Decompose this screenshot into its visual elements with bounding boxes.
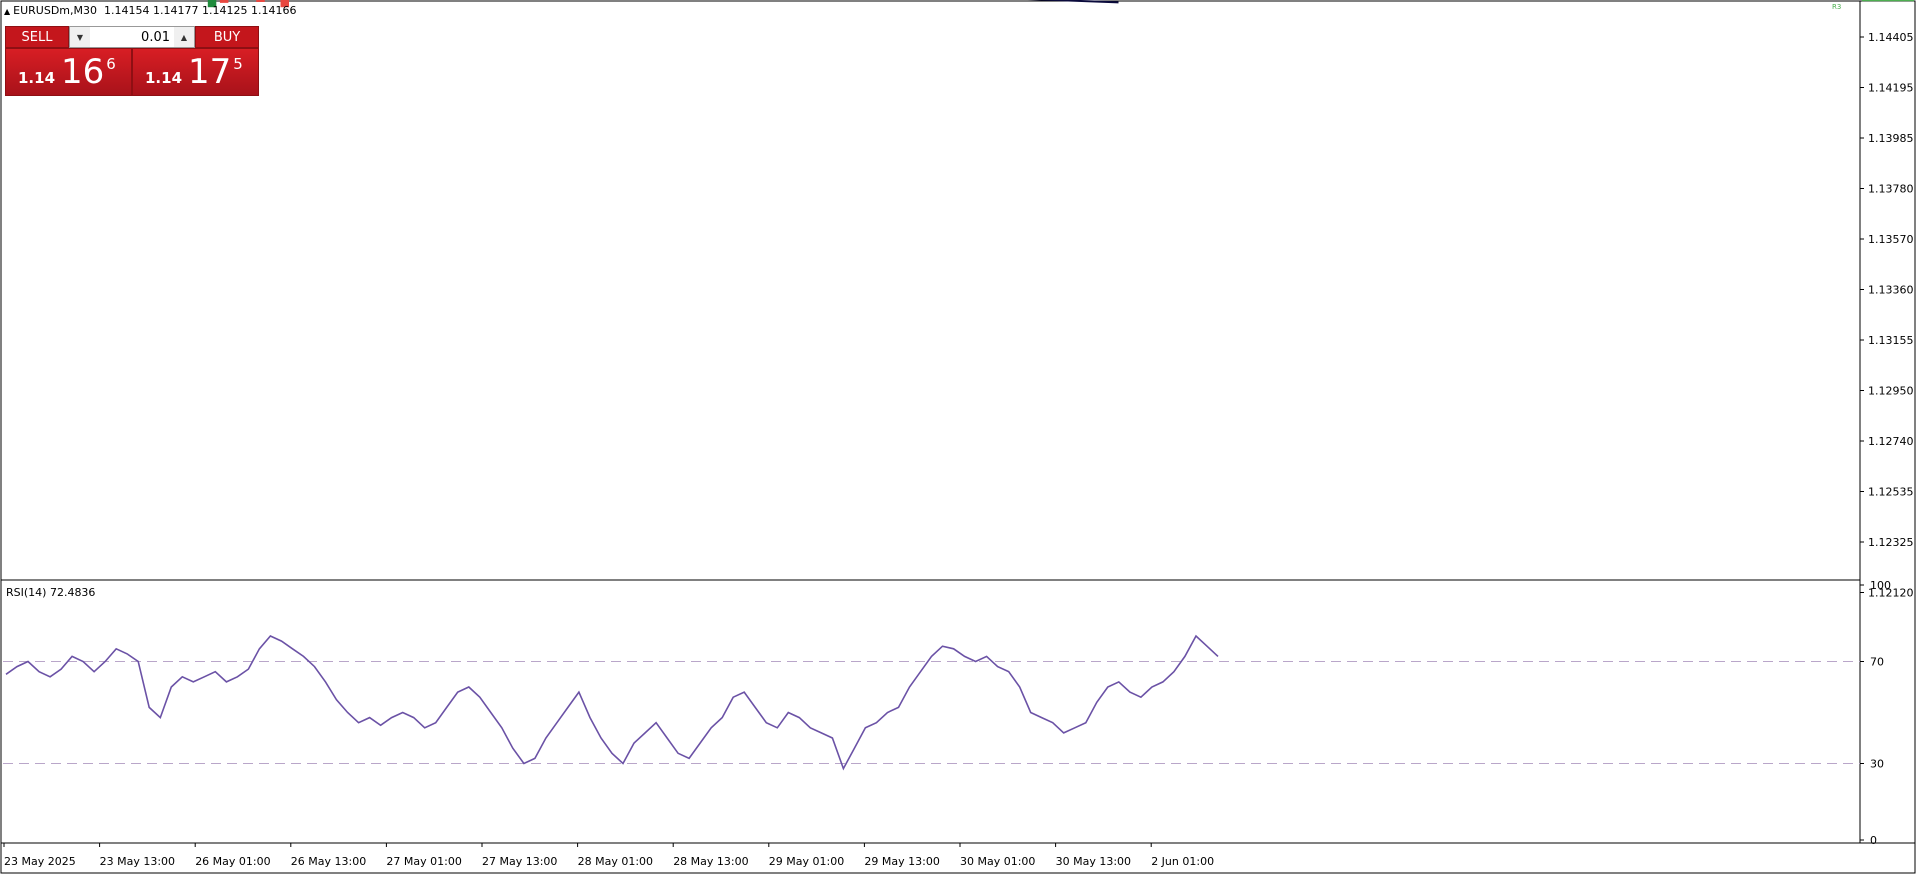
chart-canvas: 1.14400R31.14150R21.13850R11.13350Pivot1… (0, 0, 1916, 874)
symbol-name: EURUSDm,M30 (13, 4, 98, 17)
price-tick-label: 1.12950 (1868, 385, 1914, 398)
time-tick-label: 27 May 01:00 (386, 855, 461, 868)
time-tick-label: 23 May 2025 (4, 855, 76, 868)
time-tick-label: 30 May 01:00 (960, 855, 1035, 868)
lot-decrease-icon[interactable]: ▼ (70, 27, 90, 47)
price-tick-label: 1.12325 (1868, 536, 1914, 549)
buy-quote-prefix: 1.14 (145, 69, 183, 87)
rsi-line (5, 634, 1219, 771)
price-tick-label: 1.13570 (1868, 233, 1914, 246)
sell-quote[interactable]: 1.14 16 6 (5, 48, 132, 96)
price-tick-label: 1.13155 (1868, 334, 1914, 347)
time-tick-label: 29 May 01:00 (769, 855, 844, 868)
candle-body (219, 0, 229, 3)
buy-quote-sup: 5 (233, 55, 243, 73)
rsi-label: RSI(14) 72.4836 (6, 586, 96, 599)
candle-body (256, 0, 265, 2)
outer-frame (0, 0, 1916, 874)
sell-quote-big: 16 (61, 52, 105, 92)
rsi-tick-label: 70 (1870, 656, 1884, 669)
time-tick-label: 23 May 13:00 (100, 855, 175, 868)
time-tick-label: 29 May 13:00 (864, 855, 939, 868)
one-click-trading-panel: SELL ▼ 0.01 ▲ BUY 1.14 16 6 1.14 17 5 (5, 26, 259, 96)
sell-quote-prefix: 1.14 (18, 69, 56, 87)
chart-frame (0, 0, 1916, 874)
price-tick-label: 1.12740 (1868, 435, 1914, 448)
rsi-tick-label: 30 (1870, 758, 1884, 771)
price-tick-label: 1.12120 (1868, 587, 1914, 600)
price-tick-label: 1.13985 (1868, 132, 1914, 145)
lot-size-value[interactable]: 0.01 (90, 30, 174, 45)
price-tick-label: 1.13360 (1868, 284, 1914, 297)
price-tick-label: 1.12535 (1868, 486, 1914, 499)
lot-size-field[interactable]: ▼ 0.01 ▲ (69, 26, 195, 48)
sell-quote-sup: 6 (106, 55, 116, 73)
buy-quote[interactable]: 1.14 17 5 (132, 48, 259, 96)
time-tick-label: 2 Jun 01:00 (1151, 855, 1214, 868)
time-tick-label: 26 May 01:00 (195, 855, 270, 868)
price-tick-label: 1.14405 (1868, 31, 1914, 44)
level-name-r3: R3 (1832, 3, 1841, 11)
time-axis: 23 May 2025 23 May 13:00 26 May 01:00 26 Ma… (3, 843, 1214, 868)
time-tick-label: 28 May 13:00 (673, 855, 748, 868)
buy-quote-big: 17 (188, 52, 232, 92)
rsi-tick-label: 0 (1870, 834, 1877, 847)
lot-increase-icon[interactable]: ▲ (174, 27, 194, 47)
rsi-panel: 10070300 (3, 579, 1891, 847)
symbol-header: ▲ EURUSDm,M30 1.14154 1.14177 1.14125 1.1… (4, 4, 296, 17)
time-tick-label: 30 May 13:00 (1056, 855, 1131, 868)
ohlc-values: 1.14154 1.14177 1.14125 1.14166 (104, 4, 297, 17)
time-tick-label: 28 May 01:00 (578, 855, 653, 868)
time-tick-label: 27 May 13:00 (482, 855, 557, 868)
price-tick-label: 1.13780 (1868, 183, 1914, 196)
buy-button[interactable]: BUY (195, 26, 259, 48)
collapse-triangle-icon[interactable]: ▲ (4, 7, 10, 16)
price-tick-label: 1.14195 (1868, 82, 1914, 95)
time-tick-label: 26 May 13:00 (291, 855, 366, 868)
level-price-tag-label: 1.14400 (1866, 0, 1912, 1)
sell-button[interactable]: SELL (5, 26, 69, 48)
price-axis: 1.14405 1.14195 1.13985 1.13780 1.13570 1.133… (1860, 31, 1914, 600)
